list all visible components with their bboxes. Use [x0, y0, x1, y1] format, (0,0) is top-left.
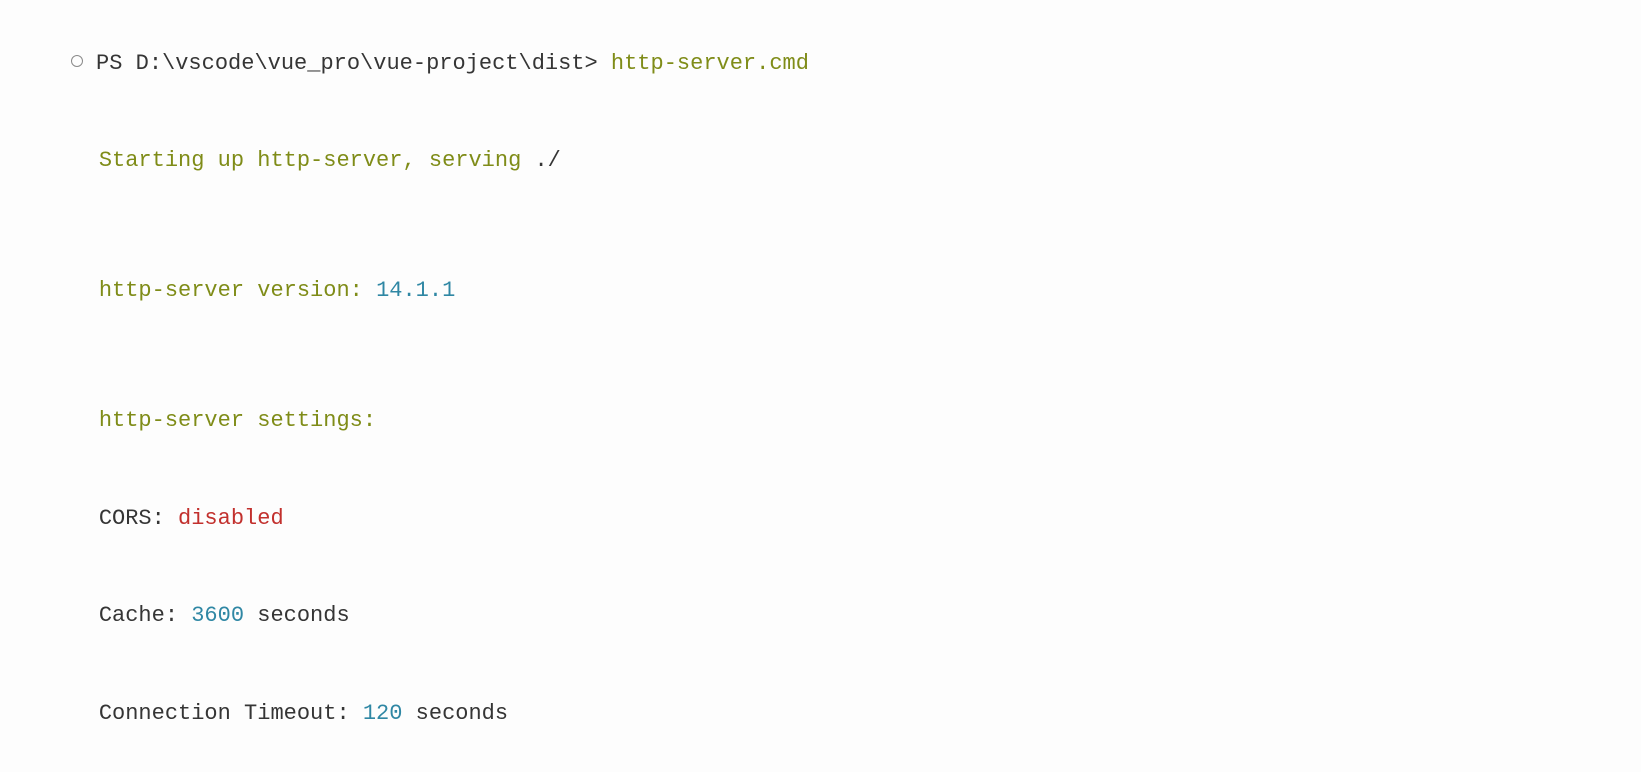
settings-label-line: http-server settings:	[18, 373, 1641, 471]
cors-line: CORS: disabled	[18, 470, 1641, 568]
cache-line: Cache: 3600 seconds	[18, 568, 1641, 666]
prompt-path: D:\vscode\vue_pro\vue-project\dist>	[136, 51, 611, 76]
command-text: http-server.cmd	[611, 51, 809, 76]
prompt-line: PS D:\vscode\vue_pro\vue-project\dist> h…	[18, 15, 1641, 113]
timeout-value: 120	[363, 701, 416, 726]
cors-label: CORS:	[99, 506, 178, 531]
serving-path: ./	[534, 148, 560, 173]
cache-value: 3600	[191, 603, 257, 628]
settings-label: http-server settings:	[99, 408, 389, 433]
timeout-line: Connection Timeout: 120 seconds	[18, 665, 1641, 763]
timeout-unit: seconds	[416, 701, 508, 726]
cache-unit: seconds	[257, 603, 349, 628]
version-value: 14.1.1	[376, 278, 455, 303]
startup-msg: Starting up http-server, serving	[99, 148, 535, 173]
version-line: http-server version: 14.1.1	[18, 243, 1641, 341]
circle-icon	[71, 55, 83, 67]
ps-label: PS	[96, 51, 136, 76]
version-label: http-server version:	[99, 278, 376, 303]
startup-line: Starting up http-server, serving ./	[18, 113, 1641, 211]
timeout-label: Connection Timeout:	[99, 701, 363, 726]
terminal-output: PS D:\vscode\vue_pro\vue-project\dist> h…	[0, 0, 1641, 772]
cors-value: disabled	[178, 506, 284, 531]
cache-label: Cache:	[99, 603, 191, 628]
dirlist-line: Directory Listings: visible	[18, 763, 1641, 772]
